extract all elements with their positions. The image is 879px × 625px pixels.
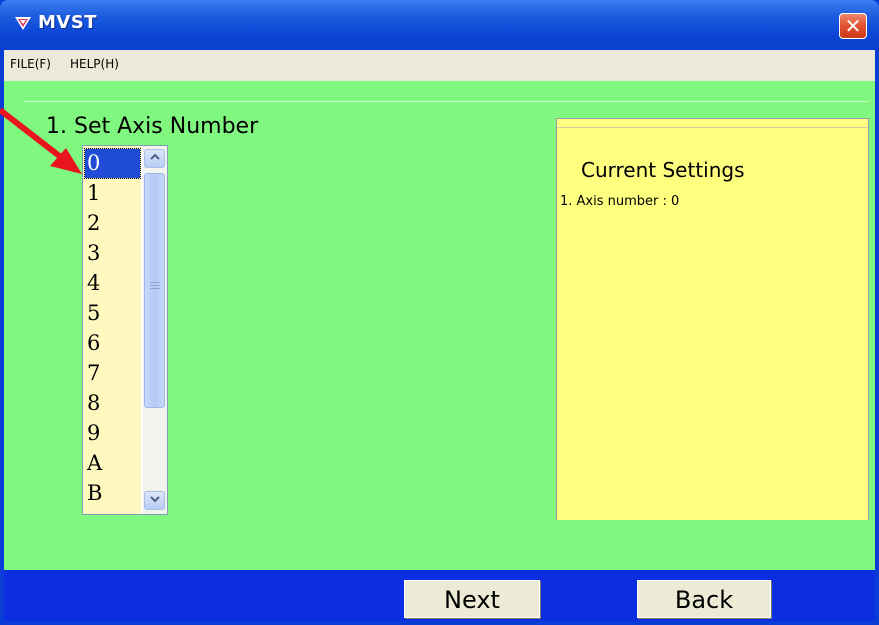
list-item-A[interactable]: A xyxy=(85,449,140,478)
title-bar[interactable]: MVST ✕ xyxy=(0,0,879,48)
list-item-0[interactable]: 0 xyxy=(84,148,141,179)
current-settings-panel: Current Settings 1. Axis number : 0 xyxy=(556,118,869,520)
chevron-up-icon xyxy=(149,153,160,160)
chevron-down-icon xyxy=(149,496,160,503)
close-button[interactable]: ✕ xyxy=(839,13,867,39)
menu-file[interactable]: FILE(F) xyxy=(10,57,51,71)
list-item-4[interactable]: 4 xyxy=(85,269,140,298)
axis-number-listbox[interactable]: 0 1 2 3 4 5 6 7 8 9 A B xyxy=(82,145,168,515)
list-item-1[interactable]: 1 xyxy=(85,179,140,208)
app-logo-icon xyxy=(14,14,32,32)
list-item-7[interactable]: 7 xyxy=(85,359,140,388)
menu-bar: FILE(F) HELP(H) xyxy=(4,50,875,81)
annotation-arrow-icon xyxy=(0,107,82,174)
list-item-B[interactable]: B xyxy=(85,479,140,508)
app-window: MVST ✕ FILE(F) HELP(H) 1. Set Axis Numbe… xyxy=(0,0,879,625)
scroll-up-button[interactable] xyxy=(144,149,165,168)
list-item-9[interactable]: 9 xyxy=(85,419,140,448)
list-item-6[interactable]: 6 xyxy=(85,329,140,358)
axis-list-items: 0 1 2 3 4 5 6 7 8 9 A B xyxy=(83,146,141,514)
back-button[interactable]: Back xyxy=(637,580,771,618)
next-button[interactable]: Next xyxy=(404,580,540,618)
window-title: MVST xyxy=(38,12,98,33)
settings-title: Current Settings xyxy=(581,158,745,182)
menu-help[interactable]: HELP(H) xyxy=(70,57,119,71)
list-item-2[interactable]: 2 xyxy=(85,209,140,238)
list-item-3[interactable]: 3 xyxy=(85,239,140,268)
scroll-thumb[interactable] xyxy=(144,173,165,408)
settings-inner: Current Settings 1. Axis number : 0 xyxy=(557,127,868,520)
vertical-scrollbar[interactable] xyxy=(143,146,167,514)
setting-axis-number: 1. Axis number : 0 xyxy=(560,194,680,209)
list-item-8[interactable]: 8 xyxy=(85,389,140,418)
list-item-5[interactable]: 5 xyxy=(85,299,140,328)
scroll-down-button[interactable] xyxy=(144,491,165,510)
divider xyxy=(24,101,869,102)
